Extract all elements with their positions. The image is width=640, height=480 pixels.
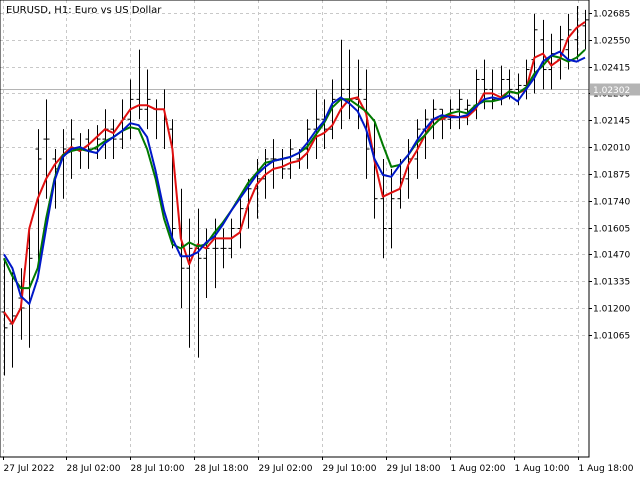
ohlc-bar — [136, 49, 143, 120]
x-tick-label: 28 Jul 18:00 — [195, 464, 249, 474]
price-label: 1.02302 — [593, 86, 630, 96]
y-tick-label: 1.01200 — [593, 305, 630, 315]
x-axis: 27 Jul 2022 28 Jul 02:00 28 Jul 10:00 28 Ju… — [3, 457, 634, 474]
x-tick-label: 27 Jul 2022 — [4, 464, 55, 474]
ohlc-bar — [102, 109, 109, 159]
y-tick-label: 1.01605 — [593, 225, 630, 235]
ohlc-bar — [473, 69, 480, 120]
x-tick-label: 1 Aug 10:00 — [515, 464, 570, 474]
x-tick-label: 1 Aug 18:00 — [579, 464, 634, 474]
ohlc-bar — [153, 99, 160, 140]
ohlc-bar — [582, 9, 589, 50]
ohlc-bar — [338, 39, 345, 130]
y-tick-label: 1.02010 — [593, 144, 630, 154]
y-tick-label: 1.01740 — [593, 198, 630, 208]
y-tick-label: 1.02415 — [593, 64, 630, 74]
indicator-line-2 — [3, 48, 586, 290]
ohlc-bar — [94, 125, 101, 159]
y-axis: 1.026851.025501.024151.022801.021451.020… — [589, 10, 640, 342]
y-tick-label: 1.01875 — [593, 171, 630, 181]
y-tick-label: 1.02145 — [593, 117, 630, 127]
y-tick-label: 1.02685 — [593, 10, 630, 20]
x-tick-label: 29 Jul 18:00 — [387, 464, 441, 474]
x-tick-label: 1 Aug 02:00 — [451, 464, 506, 474]
ohlc-bar — [574, 5, 581, 60]
ohlc-bar — [287, 139, 294, 179]
ohlc-bar — [439, 108, 446, 140]
y-tick-label: 1.01065 — [593, 332, 630, 342]
ohlc-bar — [186, 218, 193, 348]
ohlc-bar — [313, 89, 320, 159]
ohlc-bar — [203, 228, 210, 299]
ohlc-bar — [220, 228, 227, 269]
x-tick-label: 29 Jul 10:00 — [323, 464, 377, 474]
gridlines — [0, 0, 589, 457]
ohlc-bar — [270, 139, 277, 189]
ohlc-bar — [346, 49, 353, 120]
price-bars — [1, 5, 589, 376]
x-tick-label: 29 Jul 02:00 — [259, 464, 313, 474]
x-tick-label: 28 Jul 02:00 — [67, 464, 121, 474]
y-tick-label: 1.01335 — [593, 278, 630, 288]
y-tick-label: 1.02550 — [593, 37, 630, 47]
ohlc-bar — [388, 168, 395, 249]
ohlc-bar — [456, 89, 463, 130]
y-tick-label: 1.01470 — [593, 251, 630, 261]
price-chart: EURUSD, H1: Euro vs US Dollar 1.02685 1.0… — [0, 0, 640, 474]
chart-title: EURUSD, H1: Euro vs US Dollar — [6, 5, 162, 16]
x-tick-label: 28 Jul 10:00 — [131, 464, 185, 474]
